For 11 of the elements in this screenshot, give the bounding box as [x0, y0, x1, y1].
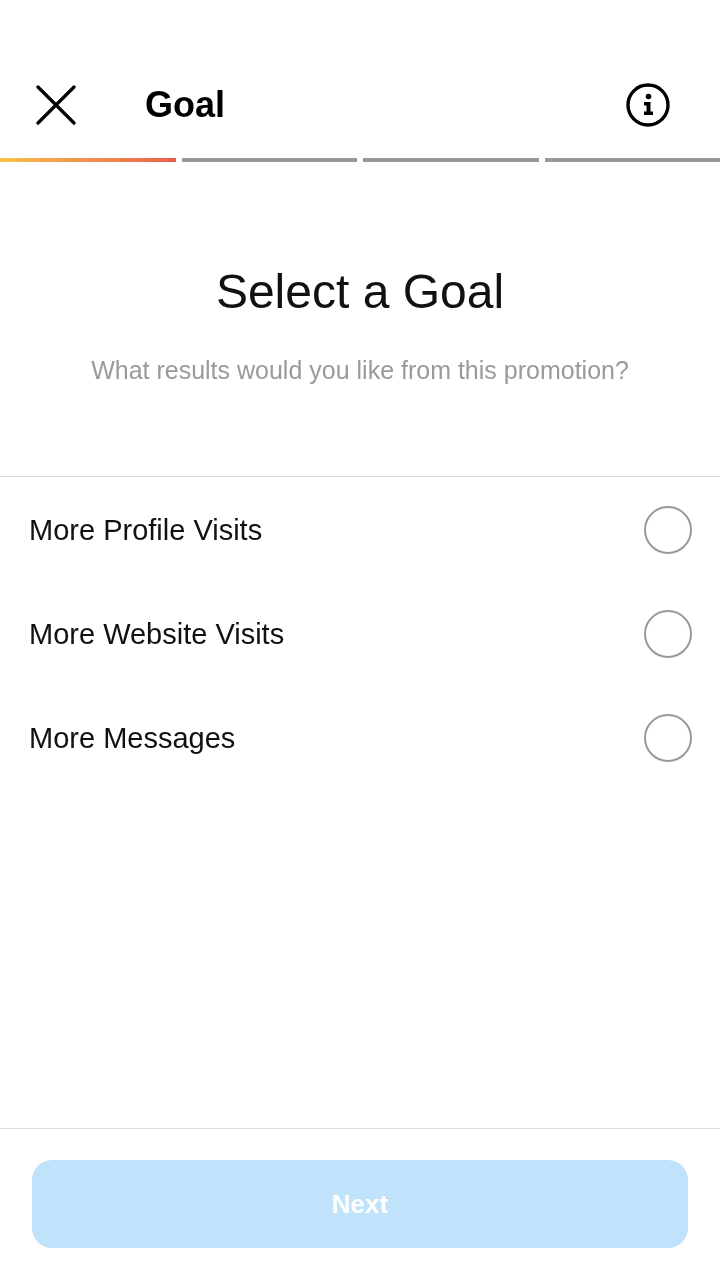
header-title: Goal	[145, 84, 226, 126]
radio-button[interactable]	[644, 610, 692, 658]
page-subheading: What results would you like from this promotion?	[90, 355, 630, 386]
option-label: More Profile Visits	[29, 513, 263, 547]
radio-button[interactable]	[644, 506, 692, 554]
info-icon[interactable]	[626, 83, 670, 127]
radio-button[interactable]	[644, 714, 692, 762]
option-label: More Website Visits	[29, 617, 285, 651]
option-label: More Messages	[29, 721, 236, 755]
page-heading: Select a Goal	[214, 264, 506, 320]
close-icon[interactable]	[36, 85, 76, 125]
